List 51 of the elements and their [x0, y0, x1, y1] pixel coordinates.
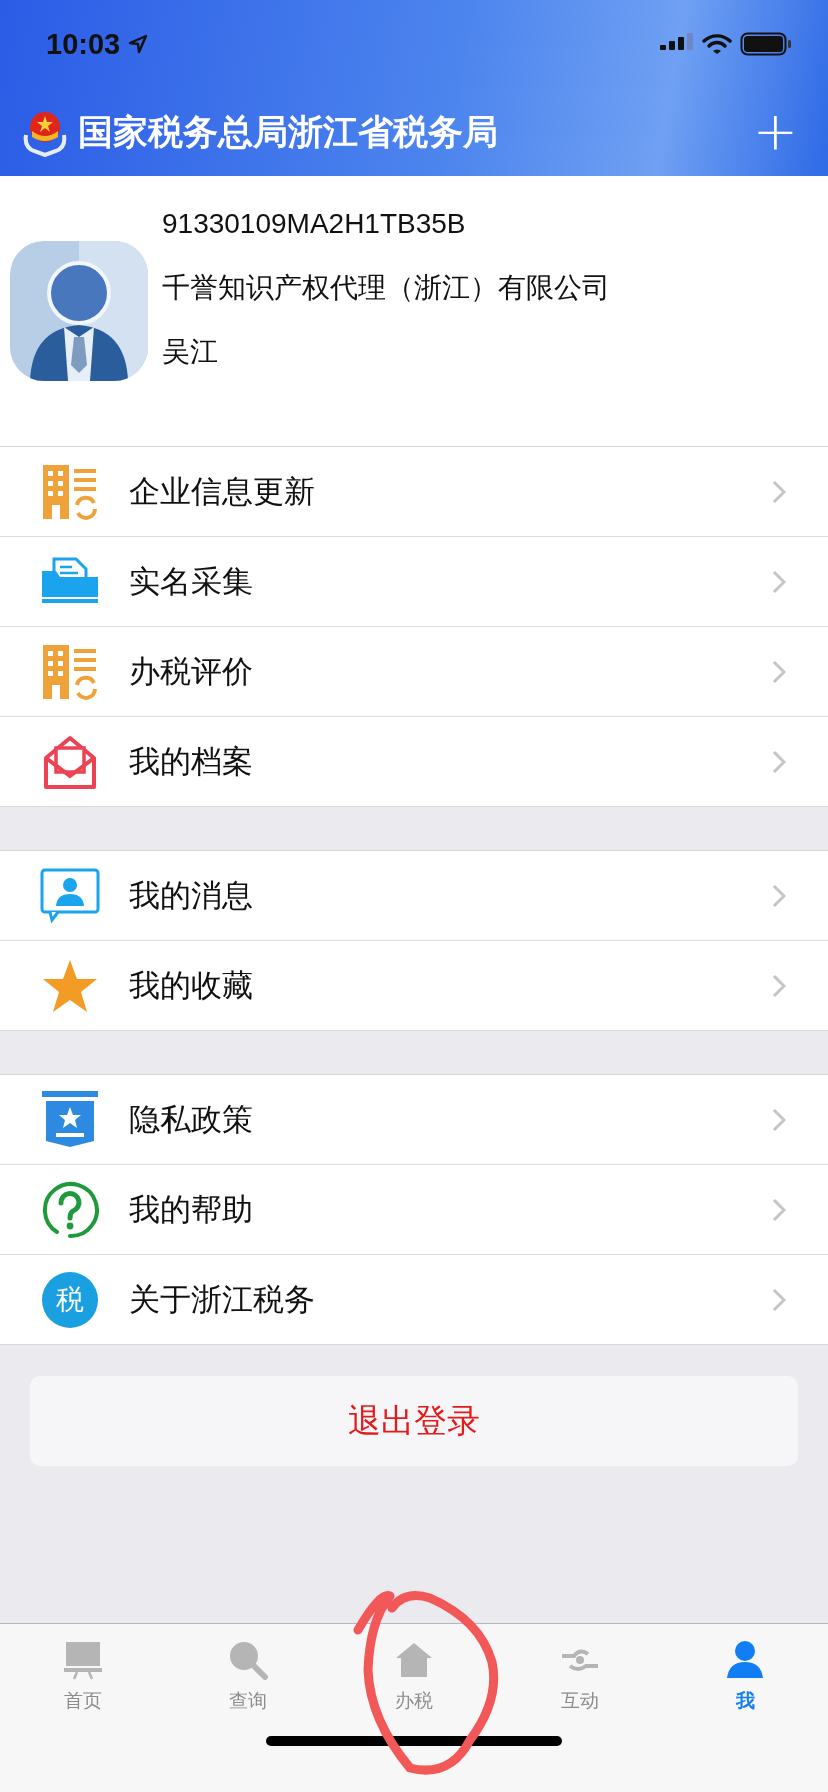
- location-arrow-icon: [128, 34, 149, 54]
- chevron-right-icon: [772, 569, 786, 594]
- envelope-icon: [41, 733, 98, 790]
- menu-item-label: 我的帮助: [129, 1189, 254, 1229]
- menu-item[interactable]: 实名采集: [0, 536, 828, 626]
- tax-badge-icon: 税: [41, 1271, 98, 1328]
- house-icon: [394, 1640, 434, 1680]
- menu-item-label: 企业信息更新: [129, 471, 316, 511]
- chevron-right-icon: [772, 479, 786, 504]
- building-icon: [40, 462, 99, 521]
- company-name: 千誉知识产权代理（浙江）有限公司: [162, 274, 610, 302]
- menu-item[interactable]: 隐私政策: [0, 1075, 828, 1164]
- status-time: 10:03: [46, 27, 121, 61]
- avatar-icon: [10, 241, 148, 381]
- star-icon: [41, 958, 98, 1013]
- menu-item-label: 我的收藏: [129, 965, 254, 1005]
- privacy-icon: [41, 1090, 98, 1149]
- wifi-icon: [702, 33, 732, 55]
- menu-item[interactable]: 我的消息: [0, 851, 828, 940]
- chevron-right-icon: [772, 883, 786, 908]
- menu-item-label: 关于浙江税务: [129, 1279, 316, 1319]
- building-icon: [40, 642, 99, 701]
- menu-item-label: 办税评价: [129, 651, 254, 691]
- menu-item-label: 我的消息: [129, 875, 254, 915]
- menu-item[interactable]: 我的帮助: [0, 1164, 828, 1254]
- menu-item-label: 隐私政策: [129, 1099, 254, 1139]
- chevron-right-icon: [772, 749, 786, 774]
- chevron-right-icon: [772, 659, 786, 684]
- board-icon: [62, 1640, 103, 1680]
- chevron-right-icon: [772, 1107, 786, 1132]
- menu-item-label: 我的档案: [129, 741, 254, 781]
- tax-id: 91330109MA2H1TB35B: [162, 210, 467, 238]
- add-button[interactable]: +: [752, 105, 798, 159]
- menu-item-label: 实名采集: [129, 561, 254, 601]
- menu-item[interactable]: 办税评价: [0, 626, 828, 716]
- menu-item[interactable]: 企业信息更新: [0, 447, 828, 536]
- menu-item[interactable]: 我的档案: [0, 716, 828, 806]
- menu-item[interactable]: 税 关于浙江税务: [0, 1254, 828, 1344]
- message-icon: [39, 867, 100, 924]
- chevron-right-icon: [772, 1287, 786, 1312]
- battery-icon: [740, 32, 792, 56]
- help-icon: [40, 1180, 99, 1239]
- app-title: 国家税务总局浙江省税务局: [78, 110, 498, 154]
- tab[interactable]: 我: [662, 1640, 828, 1714]
- logout-button[interactable]: 退出登录: [30, 1376, 798, 1466]
- chevron-right-icon: [772, 973, 786, 998]
- search-icon: [228, 1640, 269, 1680]
- user-name: 吴江: [162, 338, 219, 366]
- chevron-right-icon: [772, 1197, 786, 1222]
- menu-item[interactable]: 我的收藏: [0, 940, 828, 1030]
- person-icon: [725, 1640, 766, 1680]
